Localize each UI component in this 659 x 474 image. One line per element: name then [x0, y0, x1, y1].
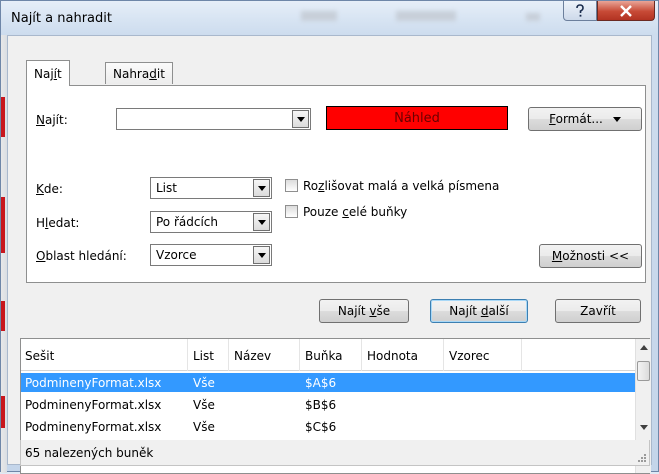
- chevron-down-icon: [296, 116, 305, 122]
- scroll-down-icon[interactable]: [640, 425, 648, 430]
- column-header-formula[interactable]: Vzorec: [449, 349, 490, 363]
- format-button[interactable]: Formát...: [528, 107, 642, 131]
- scrollbar-thumb[interactable]: [637, 361, 650, 381]
- find-what-combobox[interactable]: [116, 108, 311, 130]
- close-button[interactable]: Zavřít: [555, 299, 641, 323]
- dialog-client-area: Naj í t Nahra d it Najít: Náhled Formát... K…: [7, 35, 652, 474]
- chevron-down-icon: [257, 219, 266, 225]
- find-label: Najít:: [36, 113, 68, 127]
- tab-replace[interactable]: Nahra d it: [105, 62, 173, 84]
- match-case-checkbox[interactable]: [285, 179, 298, 192]
- within-select[interactable]: List: [150, 177, 272, 199]
- format-button-label: Formát...: [549, 112, 603, 126]
- find-next-label: Najít další: [449, 304, 509, 318]
- cell-address: $C$6: [305, 420, 337, 434]
- close-window-button[interactable]: [597, 1, 655, 21]
- look-in-label: Oblast hledání:: [36, 249, 127, 263]
- look-in-select[interactable]: Vzorce: [150, 244, 272, 266]
- column-divider[interactable]: [361, 339, 362, 371]
- column-header-sheet[interactable]: List: [193, 349, 214, 363]
- column-divider[interactable]: [187, 339, 188, 371]
- blurred-background-text: [301, 11, 337, 21]
- cell-address: $A$6: [305, 376, 337, 390]
- tab-label: it: [156, 66, 165, 81]
- title-bar[interactable]: Najít a nahradit: [1, 1, 658, 35]
- table-row[interactable]: PodminenyFormat.xlsx Vše $B$6: [21, 395, 635, 414]
- chevron-down-icon: [612, 116, 621, 122]
- results-count: 65 nalezených buněk: [25, 446, 154, 460]
- column-header-value[interactable]: Hodnota: [367, 349, 418, 363]
- status-bar: 65 nalezených buněk: [20, 440, 650, 466]
- cell-address: $B$6: [305, 398, 337, 412]
- dropdown-button[interactable]: [253, 179, 270, 197]
- cell-workbook: PodminenyFormat.xlsx: [25, 376, 162, 390]
- look-in-value: Vzorce: [156, 248, 197, 262]
- column-header-workbook[interactable]: Sešit: [25, 349, 54, 363]
- match-entire-cell-checkbox[interactable]: [285, 205, 298, 218]
- search-order-select[interactable]: Po řádcích: [150, 211, 272, 233]
- column-divider[interactable]: [228, 339, 229, 371]
- dropdown-button[interactable]: [253, 246, 270, 264]
- search-order-value: Po řádcích: [156, 215, 219, 229]
- table-row[interactable]: PodminenyFormat.xlsx Vše $A$6: [21, 373, 635, 392]
- chevron-down-icon: [257, 185, 266, 191]
- column-divider[interactable]: [521, 339, 522, 371]
- tab-label-accelerator: d: [149, 66, 157, 81]
- dropdown-button[interactable]: [292, 110, 309, 128]
- column-divider[interactable]: [443, 339, 444, 371]
- cell-workbook: PodminenyFormat.xlsx: [25, 398, 162, 412]
- options-button-label: Možnosti <<: [551, 249, 630, 263]
- find-next-button[interactable]: Najít další: [430, 299, 528, 323]
- close-icon: [620, 4, 632, 17]
- within-value: List: [156, 181, 177, 195]
- blurred-background-text: [526, 13, 540, 21]
- cell-sheet: Vše: [193, 398, 215, 412]
- tab-label: t: [57, 66, 62, 81]
- cell-sheet: Vše: [193, 420, 215, 434]
- help-icon: [576, 3, 584, 17]
- cell-workbook: PodminenyFormat.xlsx: [25, 420, 162, 434]
- resize-grip-icon[interactable]: [636, 452, 646, 462]
- search-label: Hledat:: [36, 216, 80, 230]
- table-row[interactable]: PodminenyFormat.xlsx Vše $C$6: [21, 417, 635, 436]
- tab-find[interactable]: Naj í t: [26, 60, 70, 86]
- help-button[interactable]: [563, 1, 597, 21]
- cell-sheet: Vše: [193, 376, 215, 390]
- within-label: Kde:: [36, 182, 63, 196]
- find-replace-dialog: Najít a nahradit Naj í t Nahra d it Najít:: [0, 0, 659, 474]
- match-case-label[interactable]: Rozlišovat malá a velká písmena: [303, 179, 499, 193]
- blurred-background-text: [396, 11, 456, 21]
- format-preview: Náhled: [326, 106, 508, 130]
- results-header: Sešit List Název Buňka Hodnota Vzorec: [21, 339, 635, 371]
- window-title: Najít a nahradit: [11, 11, 112, 26]
- scroll-up-icon[interactable]: [640, 345, 648, 350]
- tab-label: Nahra: [113, 66, 150, 81]
- find-all-button[interactable]: Najít vše: [319, 299, 409, 323]
- column-header-cell[interactable]: Buňka: [305, 349, 343, 363]
- dropdown-button[interactable]: [253, 213, 270, 231]
- tab-label: Naj: [34, 66, 54, 81]
- options-button[interactable]: Možnosti <<: [539, 244, 642, 268]
- find-all-label: Najít vše: [337, 304, 391, 318]
- column-header-name[interactable]: Název: [234, 349, 271, 363]
- match-entire-cell-label[interactable]: Pouze celé buňky: [303, 205, 407, 219]
- preview-label: Náhled: [394, 110, 440, 126]
- close-label: Zavřít: [580, 304, 616, 318]
- column-divider[interactable]: [299, 339, 300, 371]
- chevron-down-icon: [257, 252, 266, 258]
